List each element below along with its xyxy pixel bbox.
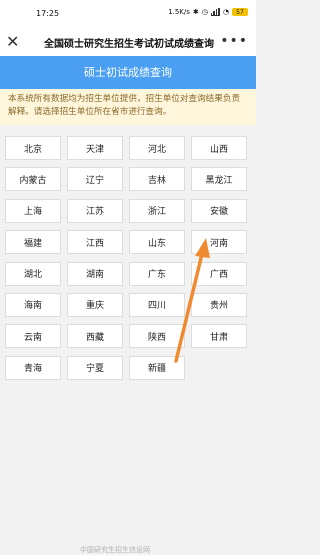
province-button[interactable]: 湖北 xyxy=(5,261,61,286)
province-button[interactable]: 北京 xyxy=(5,136,61,160)
status-time: 17:25 xyxy=(36,9,60,18)
province-button[interactable]: 广西 xyxy=(191,261,247,286)
close-icon[interactable]: ✕ xyxy=(6,31,19,53)
province-button[interactable]: 吉林 xyxy=(129,167,185,192)
province-button[interactable]: 湖南 xyxy=(67,261,123,286)
signal-icon xyxy=(210,8,220,16)
province-button[interactable]: 江西 xyxy=(67,230,123,255)
nav-bar: ✕ 全国硕士研究生招生考试初试成绩查询 ••• xyxy=(0,28,256,56)
province-button[interactable]: 安徽 xyxy=(191,198,247,223)
network-speed: 1.5K/s xyxy=(168,8,190,16)
battery-icon: 57 xyxy=(232,8,248,16)
province-button[interactable]: 云南 xyxy=(5,324,61,349)
province-button[interactable]: 河北 xyxy=(129,136,185,160)
province-button[interactable]: 重庆 xyxy=(67,292,123,317)
province-button[interactable]: 青海 xyxy=(5,355,61,380)
province-button[interactable]: 山西 xyxy=(191,136,247,160)
province-button[interactable]: 上海 xyxy=(5,198,61,223)
province-button[interactable]: 江苏 xyxy=(67,198,123,223)
province-button[interactable]: 宁夏 xyxy=(67,355,123,380)
province-button[interactable]: 河南 xyxy=(191,230,247,255)
banner: 硕士初试成绩查询 xyxy=(0,56,256,89)
province-button[interactable]: 新疆 xyxy=(129,355,185,380)
province-button[interactable]: 贵州 xyxy=(191,292,247,317)
province-grid: 北京 天津 河北 山西内蒙古 辽宁 吉林 黑龙江上海 江苏 浙江 安徽福建 江西 山东 河南湖北 湖南 广东… xyxy=(5,136,251,380)
alarm-icon: ◷ xyxy=(201,8,208,16)
footer-text: 中国研究生招生信息网 xyxy=(80,546,150,554)
province-button[interactable]: 辽宁 xyxy=(67,167,123,192)
province-button[interactable]: 西藏 xyxy=(67,324,123,349)
province-button[interactable]: 浙江 xyxy=(129,198,185,223)
wifi-icon: ◔ xyxy=(222,8,229,16)
status-bar: 17:25 1.5K/s ✱ ◷ ◔ 57 xyxy=(0,0,256,28)
province-button[interactable]: 海南 xyxy=(5,292,61,317)
notice-text: 本系统所有数据均为招生单位提供，招生单位对查询结果负责解释。请选择招生单位所在省… xyxy=(0,89,256,125)
province-button[interactable]: 陕西 xyxy=(129,324,185,349)
province-button[interactable]: 四川 xyxy=(129,292,185,317)
bluetooth-icon: ✱ xyxy=(192,8,199,16)
more-icon[interactable]: ••• xyxy=(220,32,248,50)
province-button[interactable]: 甘肃 xyxy=(191,324,247,349)
province-button[interactable]: 天津 xyxy=(67,136,123,160)
province-button[interactable]: 山东 xyxy=(129,230,185,255)
province-button[interactable]: 福建 xyxy=(5,230,61,255)
province-button[interactable]: 黑龙江 xyxy=(191,167,247,192)
province-button[interactable]: 广东 xyxy=(129,261,185,286)
status-icons: 1.5K/s ✱ ◷ ◔ 57 xyxy=(168,8,248,16)
province-button[interactable]: 内蒙古 xyxy=(5,167,61,192)
page-title: 全国硕士研究生招生考试初试成绩查询 xyxy=(44,39,214,50)
